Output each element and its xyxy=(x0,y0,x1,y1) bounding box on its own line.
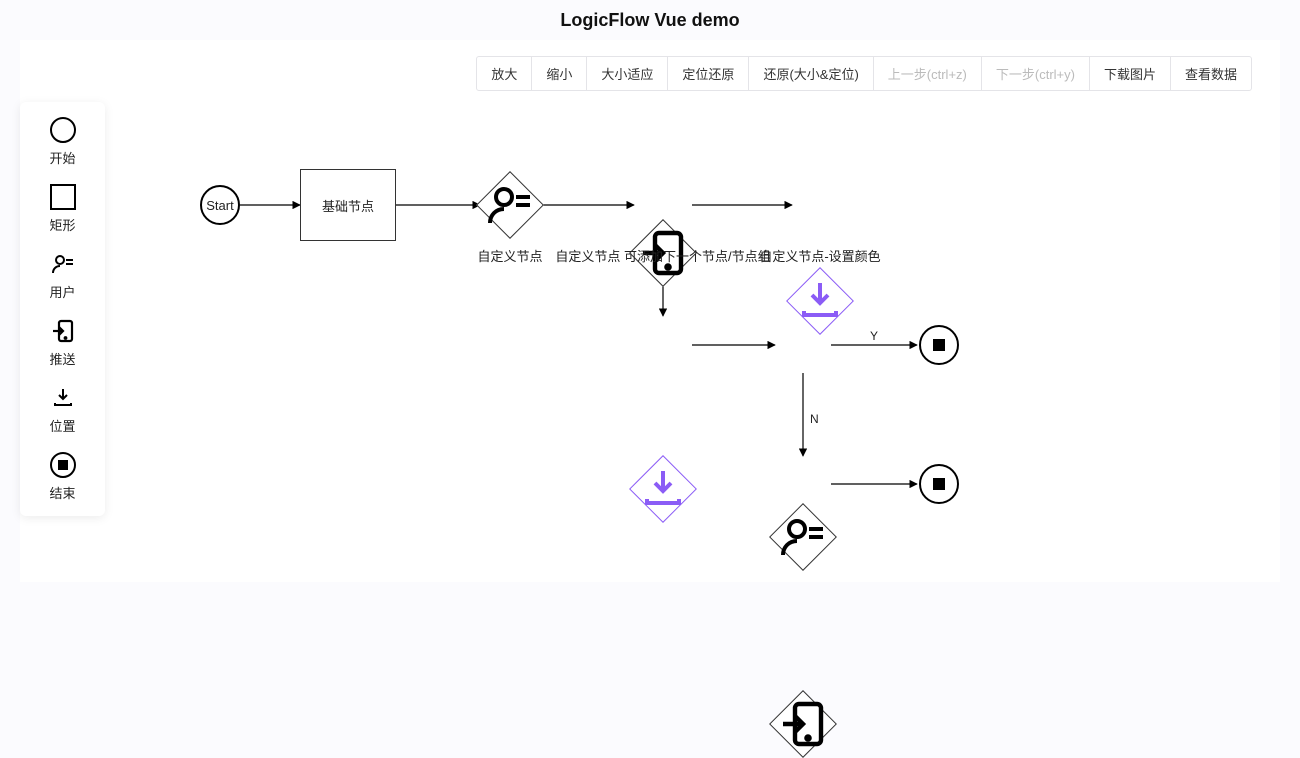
user-icon xyxy=(779,513,827,561)
node-diamond-1-label: 自定义节点 xyxy=(477,246,542,265)
location-icon xyxy=(796,277,844,325)
node-diamond-3-label: 自定义节点-设置颜色 xyxy=(759,246,880,265)
node-start[interactable]: Start xyxy=(200,185,240,225)
node-diamond-location-1[interactable] xyxy=(796,277,844,325)
palette-label-start: 开始 xyxy=(49,148,75,167)
stop-icon xyxy=(933,339,945,351)
push-icon xyxy=(779,700,827,748)
node-end-1[interactable] xyxy=(919,325,959,365)
node-start-text: Start xyxy=(206,198,233,213)
stop-icon xyxy=(933,478,945,490)
edge-label-no: N xyxy=(808,412,821,426)
node-end-2[interactable] xyxy=(919,464,959,504)
location-icon xyxy=(49,384,77,412)
palette-item-end[interactable]: 结束 xyxy=(49,451,77,502)
node-basic-rect-text: 基础节点 xyxy=(322,196,374,215)
node-diamond-user-1[interactable] xyxy=(486,181,534,229)
node-diamond-push-2[interactable] xyxy=(779,700,827,748)
page-title: LogicFlow Vue demo xyxy=(0,0,1300,37)
rect-icon xyxy=(50,184,76,210)
palette-label-push: 推送 xyxy=(49,349,75,368)
start-icon xyxy=(50,117,76,143)
palette-item-push[interactable]: 推送 xyxy=(49,317,77,368)
node-diamond-2-label: 自定义节点 可添加下一个节点/节点组 xyxy=(555,246,770,265)
palette-label-location: 位置 xyxy=(49,416,75,435)
user-icon xyxy=(486,181,534,229)
node-diamond-user-2[interactable] xyxy=(779,513,827,561)
palette-label-rect: 矩形 xyxy=(49,215,75,234)
palette-item-user[interactable]: 用户 xyxy=(49,250,77,301)
edge-label-yes: Y xyxy=(868,329,880,343)
push-icon xyxy=(49,317,77,345)
palette-label-user: 用户 xyxy=(49,282,75,301)
flow-canvas[interactable]: Start 基础节点 自定义节点 自定义节点 可添加下一个节点/节点组 xyxy=(20,40,1280,582)
palette-item-start[interactable]: 开始 xyxy=(49,116,77,167)
user-icon xyxy=(49,250,77,278)
palette-item-rect[interactable]: 矩形 xyxy=(49,183,77,234)
palette-label-end: 结束 xyxy=(49,483,75,502)
node-basic-rect[interactable]: 基础节点 xyxy=(300,169,396,241)
node-palette: 开始 矩形 用户 推送 位置 xyxy=(20,102,105,516)
end-icon xyxy=(50,452,76,478)
palette-item-location[interactable]: 位置 xyxy=(49,384,77,435)
location-icon xyxy=(639,465,687,513)
node-diamond-location-2[interactable] xyxy=(639,465,687,513)
